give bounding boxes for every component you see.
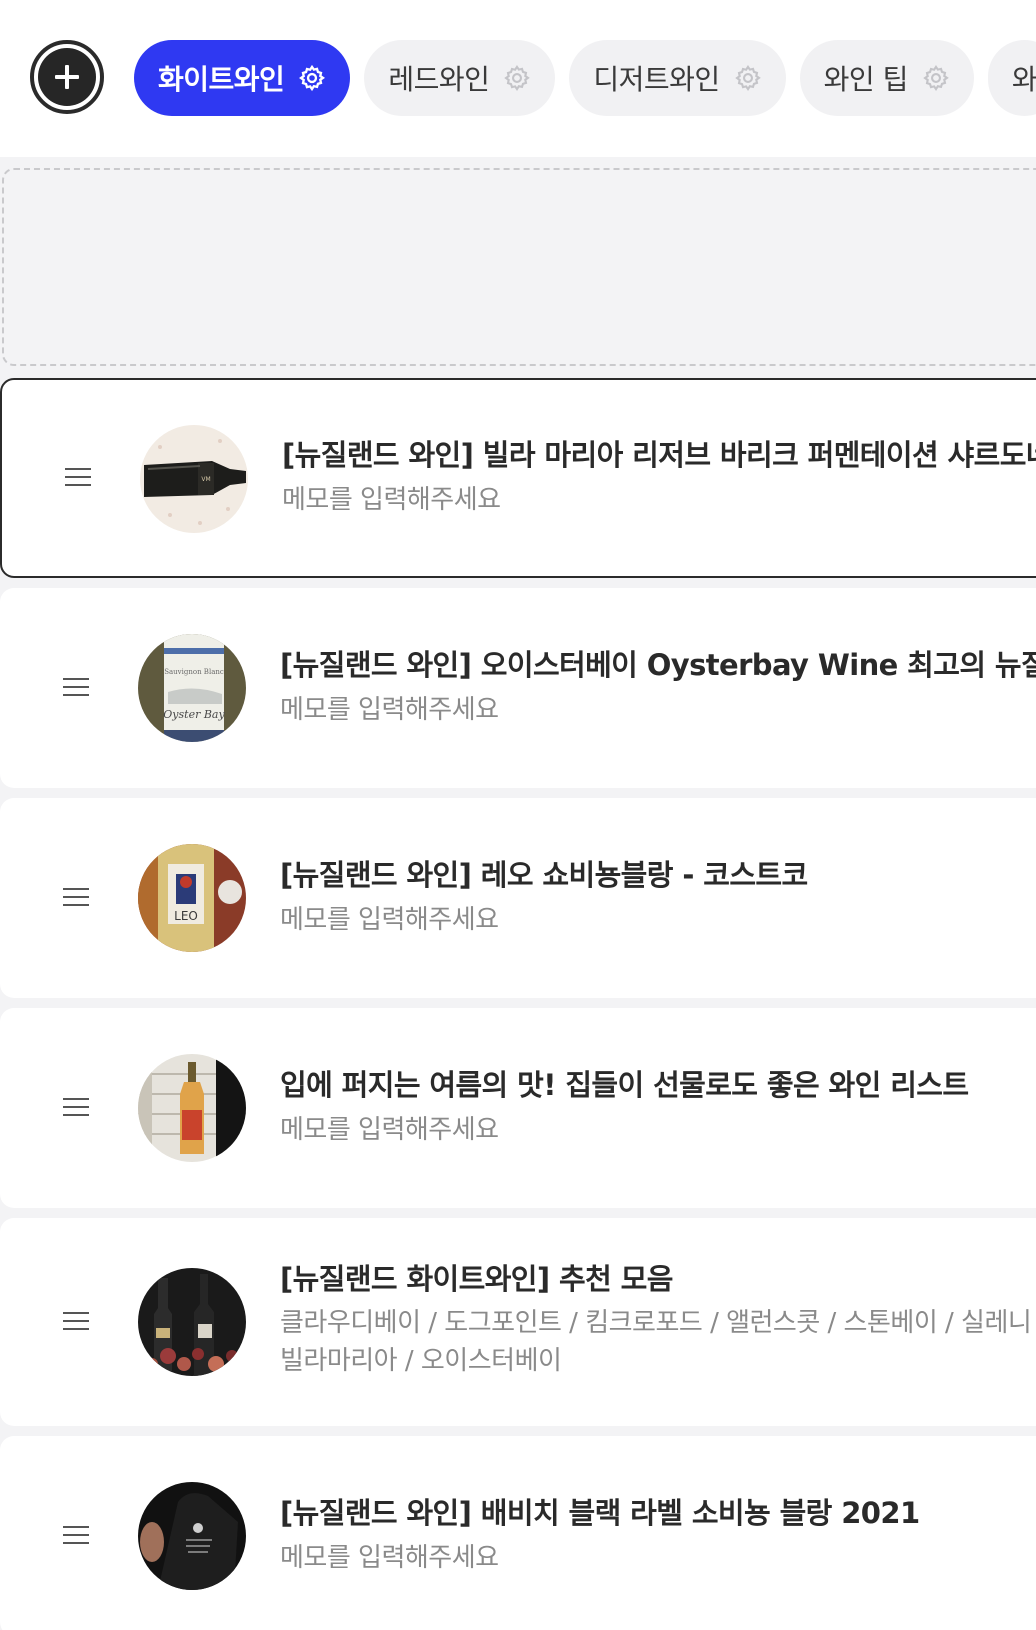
tab-wine-tips[interactable]: 와인 팁 bbox=[799, 40, 974, 116]
add-category-button[interactable] bbox=[30, 40, 104, 114]
app-screen: 화이트와인 레드와인 디저트와인 와인 팁 와 VM [뉴질랜드 와인] 빌라 … bbox=[0, 0, 1036, 1630]
tab-label: 와 bbox=[1011, 63, 1036, 96]
drag-handle-icon[interactable] bbox=[63, 1312, 89, 1332]
category-tabs: 화이트와인 레드와인 디저트와인 와인 팁 와 bbox=[134, 40, 1036, 116]
drag-handle-icon[interactable] bbox=[63, 1098, 89, 1118]
gear-icon[interactable] bbox=[734, 64, 762, 92]
item-memo-line-1[interactable]: 클라우디베이 / 도그포인트 / 킴크로포드 / 앨런스콧 / 스톤베이 / 실… bbox=[280, 1304, 1032, 1342]
drag-handle-icon[interactable] bbox=[63, 1526, 89, 1546]
item-memo[interactable]: 메모를 입력해주세요 bbox=[280, 1539, 499, 1577]
drop-zone[interactable] bbox=[2, 168, 1036, 366]
item-title: [뉴질랜드 와인] 배비치 블랙 라벨 소비뇽 블랑 2021 bbox=[280, 1496, 920, 1530]
item-memo[interactable]: 메모를 입력해주세요 bbox=[280, 691, 499, 729]
list-item[interactable]: [뉴질랜드 와인] 배비치 블랙 라벨 소비뇽 블랑 2021 메모를 입력해주… bbox=[0, 1436, 1036, 1630]
item-memo-line-2[interactable]: 빌라마리아 / 오이스터베이 bbox=[280, 1342, 562, 1380]
tab-more[interactable]: 와 bbox=[987, 40, 1036, 116]
category-bar: 화이트와인 레드와인 디저트와인 와인 팁 와 bbox=[0, 0, 1036, 157]
tab-white-wine[interactable]: 화이트와인 bbox=[134, 40, 351, 116]
item-thumbnail bbox=[138, 1268, 246, 1376]
list-item[interactable]: LEO [뉴질랜드 와인] 레오 쇼비뇽블랑 - 코스트코 메모를 입력해주세요 bbox=[0, 798, 1036, 998]
list-item[interactable]: [뉴질랜드 화이트와인] 추천 모음 클라우디베이 / 도그포인트 / 킴크로포… bbox=[0, 1218, 1036, 1426]
svg-text:VM: VM bbox=[201, 476, 210, 483]
tab-label: 와인 팁 bbox=[823, 63, 909, 96]
list-item[interactable]: Sauvignon Blanc Oyster Bay [뉴질랜드 와인] 오이스… bbox=[0, 588, 1036, 788]
gear-icon[interactable] bbox=[922, 64, 950, 92]
item-title: [뉴질랜드 와인] 오이스터베이 Oysterbay Wine 최고의 뉴질랜드 bbox=[280, 648, 1036, 682]
drag-handle-icon[interactable] bbox=[65, 468, 91, 488]
item-title: [뉴질랜드 화이트와인] 추천 모음 bbox=[280, 1262, 673, 1296]
item-title: 입에 퍼지는 여름의 맛! 집들이 선물로도 좋은 와인 리스트 bbox=[280, 1068, 969, 1102]
item-memo[interactable]: 메모를 입력해주세요 bbox=[280, 901, 499, 939]
svg-text:Oyster Bay: Oyster Bay bbox=[163, 708, 225, 721]
item-thumbnail: LEO bbox=[138, 844, 246, 952]
gear-icon[interactable] bbox=[298, 64, 326, 92]
item-title: [뉴질랜드 와인] 빌라 마리아 리저브 바리크 퍼멘테이션 샤르도네 bbox=[282, 438, 1036, 472]
tab-label: 디저트와인 bbox=[593, 63, 720, 96]
list-item[interactable]: 입에 퍼지는 여름의 맛! 집들이 선물로도 좋은 와인 리스트 메모를 입력해… bbox=[0, 1008, 1036, 1208]
tab-label: 화이트와인 bbox=[158, 63, 285, 96]
item-thumbnail bbox=[138, 1482, 246, 1590]
item-thumbnail bbox=[138, 1054, 246, 1162]
item-memo[interactable]: 메모를 입력해주세요 bbox=[280, 1111, 499, 1149]
gear-icon[interactable] bbox=[503, 64, 531, 92]
tab-label: 레드와인 bbox=[388, 63, 490, 96]
tab-red-wine[interactable]: 레드와인 bbox=[364, 40, 556, 116]
item-memo[interactable]: 메모를 입력해주세요 bbox=[282, 481, 501, 519]
drag-handle-icon[interactable] bbox=[63, 678, 89, 698]
tab-dessert-wine[interactable]: 디저트와인 bbox=[569, 40, 786, 116]
item-thumbnail: Sauvignon Blanc Oyster Bay bbox=[138, 634, 246, 742]
svg-text:LEO: LEO bbox=[174, 909, 198, 923]
item-title: [뉴질랜드 와인] 레오 쇼비뇽블랑 - 코스트코 bbox=[280, 858, 808, 892]
svg-text:Sauvignon Blanc: Sauvignon Blanc bbox=[164, 668, 224, 676]
plus-icon bbox=[38, 48, 96, 106]
drag-handle-icon[interactable] bbox=[63, 888, 89, 908]
list-item[interactable]: VM [뉴질랜드 와인] 빌라 마리아 리저브 바리크 퍼멘테이션 샤르도네 메… bbox=[0, 378, 1036, 578]
item-thumbnail: VM bbox=[140, 425, 248, 533]
